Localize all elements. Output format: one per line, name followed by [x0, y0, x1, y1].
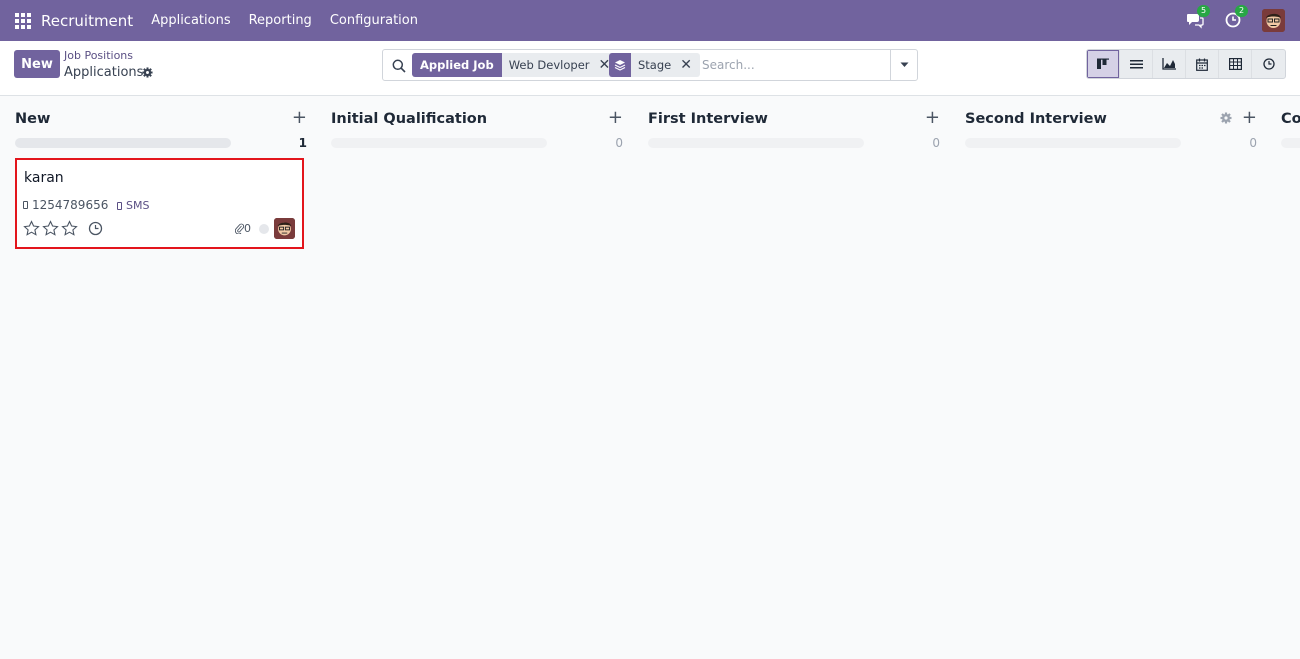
priority-stars [23, 220, 80, 237]
activity-clock-icon [1262, 58, 1275, 70]
attachments-count: 0 [235, 222, 251, 235]
view-switcher [1086, 49, 1286, 79]
menu-configuration[interactable]: Configuration [330, 13, 418, 28]
column-progress-bar [1281, 138, 1300, 148]
column-title[interactable]: Co [1281, 111, 1300, 127]
recruiter-avatar[interactable] [274, 218, 295, 239]
view-list-button[interactable] [1120, 50, 1153, 78]
column-count: 0 [932, 136, 940, 150]
quick-create-plus-icon[interactable]: + [608, 109, 623, 127]
column-title[interactable]: New [15, 111, 50, 127]
column-title[interactable]: Second Interview [965, 111, 1107, 127]
column-count: 0 [615, 136, 623, 150]
view-kanban-button[interactable] [1087, 50, 1120, 78]
view-calendar-button[interactable] [1186, 50, 1219, 78]
calendar-icon [1196, 58, 1208, 71]
facet-label: Applied Job [412, 53, 502, 77]
facet-applied-job: Applied Job Web Devloper ✕ [412, 53, 619, 77]
attachments-number: 0 [244, 222, 251, 235]
column-progress-bar [331, 138, 547, 148]
app-grid-icon[interactable] [15, 12, 31, 29]
layers-icon [609, 53, 631, 77]
kanban-icon [1097, 58, 1109, 69]
column-progress-bar[interactable] [15, 138, 231, 148]
systray: 5 2 [1186, 0, 1300, 41]
kanban-column-second-interview: Second Interview + 0 [965, 96, 1257, 659]
column-count: 1 [298, 136, 307, 150]
activity-clock-icon[interactable] [88, 221, 103, 236]
menu-applications[interactable]: Applications [151, 13, 230, 28]
star-icon[interactable] [23, 220, 40, 237]
quick-create-plus-icon[interactable]: + [1242, 109, 1257, 127]
mobile-icon [117, 201, 122, 210]
column-settings-gear-icon[interactable] [1220, 112, 1232, 124]
star-icon[interactable] [42, 220, 59, 237]
menu-reporting[interactable]: Reporting [249, 13, 312, 28]
applicant-name: karan [24, 170, 64, 186]
view-activity-button[interactable] [1252, 50, 1285, 78]
caret-down-icon [900, 62, 908, 67]
kanban-column-partial: Co [1281, 96, 1300, 659]
facet-value: Web Devloper [501, 53, 597, 77]
user-avatar[interactable] [1262, 9, 1285, 32]
star-icon[interactable] [61, 220, 78, 237]
column-count: 0 [1249, 136, 1257, 150]
search-input[interactable] [702, 54, 882, 76]
phone-number: 1254789656 [32, 198, 109, 212]
control-panel: New Job Positions Applications Applied J… [0, 41, 1300, 96]
column-progress-bar [965, 138, 1181, 148]
new-button[interactable]: New [14, 50, 60, 78]
sms-link[interactable]: SMS [117, 199, 149, 212]
messages-count-badge: 5 [1197, 4, 1210, 17]
column-title[interactable]: Initial Qualification [331, 111, 487, 127]
activities-count-badge: 2 [1235, 4, 1248, 17]
kanban-column-initial-qualification: Initial Qualification + 0 [331, 96, 623, 659]
top-navbar: Recruitment Applications Reporting Confi… [0, 0, 1300, 41]
search-icon[interactable] [392, 59, 406, 73]
search-options-toggle[interactable] [890, 50, 917, 80]
applicant-card[interactable]: karan 1254789656 SMS 0 [15, 158, 304, 249]
graph-icon [1162, 58, 1176, 70]
facet-remove-icon[interactable]: ✕ [678, 53, 700, 77]
activities-button[interactable]: 2 [1224, 4, 1248, 31]
paperclip-icon [235, 223, 244, 234]
messages-button[interactable]: 5 [1186, 4, 1210, 31]
gear-icon[interactable] [142, 67, 153, 78]
view-graph-button[interactable] [1153, 50, 1186, 78]
pivot-icon [1228, 58, 1242, 70]
quick-create-plus-icon[interactable]: + [925, 109, 940, 127]
sms-label: SMS [126, 199, 150, 212]
breadcrumb-current: Applications [64, 65, 144, 80]
search-bar: Applied Job Web Devloper ✕ Stage ✕ [382, 49, 918, 81]
list-icon [1129, 59, 1143, 68]
phone-icon [23, 201, 28, 209]
app-brand[interactable]: Recruitment [41, 12, 133, 30]
phone-link[interactable]: 1254789656 [23, 198, 108, 212]
kanban-state-indicator[interactable] [259, 224, 269, 234]
view-pivot-button[interactable] [1219, 50, 1252, 78]
column-title[interactable]: First Interview [648, 111, 768, 127]
quick-create-plus-icon[interactable]: + [292, 109, 307, 127]
column-progress-bar [648, 138, 864, 148]
facet-value: Stage [631, 53, 679, 77]
facet-stage: Stage ✕ [609, 53, 700, 77]
kanban-board: New + 1 Initial Qualification + 0 First … [0, 96, 1300, 659]
kanban-column-first-interview: First Interview + 0 [648, 96, 940, 659]
breadcrumb-job-positions[interactable]: Job Positions [64, 49, 133, 62]
